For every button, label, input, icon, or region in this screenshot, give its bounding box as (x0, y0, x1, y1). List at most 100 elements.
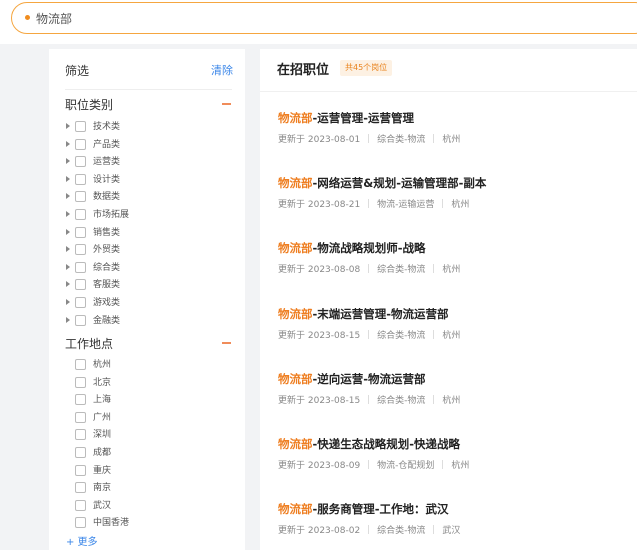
category-checkbox[interactable] (75, 297, 86, 308)
location-label: 成都 (93, 448, 112, 458)
category-item[interactable]: 金融类 (66, 314, 186, 330)
location-item[interactable]: 杭州 (75, 358, 195, 374)
caret-right-icon[interactable] (66, 316, 70, 323)
category-checkbox[interactable] (75, 173, 86, 185)
location-item[interactable]: 中国香港 (75, 516, 195, 532)
job-title[interactable]: 物流部-快递生态战略规划-快递战略 (278, 436, 460, 452)
job-card[interactable]: 物流部-末端运营管理-物流运营部 更新于 2023-08-15 综合类-物流 杭州 (260, 306, 637, 366)
location-checkbox[interactable] (75, 447, 86, 458)
caret-right-icon[interactable] (66, 211, 70, 217)
search-bar (0, 0, 637, 44)
location-checkbox[interactable] (75, 376, 86, 388)
job-card[interactable]: 物流部-逆向运营-物流运营部 更新于 2023-08-15 综合类-物流 杭州 (260, 371, 637, 431)
location-checkbox[interactable] (75, 499, 86, 511)
location-item[interactable]: 重庆 (75, 464, 195, 480)
meta-divider (368, 264, 370, 274)
category-item[interactable]: 客服类 (66, 278, 186, 294)
category-checkbox[interactable] (75, 279, 86, 291)
category-item[interactable]: 设计类 (66, 173, 186, 189)
caret-right-icon[interactable] (66, 158, 70, 165)
meta-divider (368, 525, 370, 535)
category-item[interactable]: 市场拓展 (66, 208, 186, 224)
filter-header: 筛选 清除 (65, 62, 233, 82)
category-label: 金融类 (93, 315, 121, 326)
category-item[interactable]: 技术类 (66, 120, 186, 136)
category-item[interactable]: 外贸类 (66, 243, 186, 259)
location-item[interactable]: 成都 (75, 446, 195, 462)
category-label: 设计类 (93, 174, 121, 185)
job-updated: 更新于 2023-08-08 (278, 265, 361, 276)
caret-right-icon[interactable] (66, 246, 70, 253)
location-checkbox[interactable] (75, 464, 86, 476)
category-checkbox[interactable] (75, 209, 86, 220)
page-title: 在招职位 (277, 63, 330, 78)
job-title[interactable]: 物流部-服务商管理-工作地：武汉 (278, 501, 449, 517)
job-card[interactable]: 物流部-服务商管理-工作地：武汉 更新于 2023-08-02 综合类-物流 武汉 (260, 501, 637, 550)
category-item[interactable]: 运营类 (66, 155, 186, 171)
location-item[interactable]: 北京 (75, 376, 195, 392)
job-category: 综合类-物流 (377, 395, 426, 406)
location-item[interactable]: 上海 (75, 393, 195, 409)
search-input[interactable] (36, 8, 336, 28)
location-item[interactable]: 深圳 (75, 428, 195, 444)
job-meta: 更新于 2023-08-21 物流-运输运营 杭州 (278, 197, 469, 210)
job-card[interactable]: 物流部-运营管理-运营管理 更新于 2023-08-01 综合类-物流 杭州 (260, 110, 637, 170)
job-card[interactable]: 物流部-快递生态战略规划-快递战略 更新于 2023-08-09 物流-仓配规划 杭州 (260, 436, 637, 496)
category-checkbox[interactable] (75, 121, 86, 132)
job-title[interactable]: 物流部-物流战略规划师-战略 (278, 240, 426, 256)
category-item[interactable]: 产品类 (66, 138, 186, 154)
job-updated: 更新于 2023-08-02 (278, 526, 361, 537)
caret-right-icon[interactable] (66, 281, 70, 288)
location-label: 上海 (93, 395, 112, 406)
job-title[interactable]: 物流部-网络运营&规划-运输管理部-副本 (278, 175, 486, 191)
location-group-header[interactable]: 工作地点 (65, 335, 233, 353)
caret-right-icon[interactable] (66, 299, 70, 305)
category-checkbox[interactable] (75, 314, 86, 326)
category-item[interactable]: 数据类 (66, 190, 186, 206)
job-city: 杭州 (442, 330, 461, 341)
job-city: 杭州 (442, 265, 461, 276)
job-title[interactable]: 物流部-运营管理-运营管理 (278, 110, 414, 126)
job-updated: 更新于 2023-08-21 (278, 200, 361, 211)
job-dept-highlight: 物流部 (278, 502, 313, 517)
job-card[interactable]: 物流部-物流战略规划师-战略 更新于 2023-08-08 综合类-物流 杭州 (260, 240, 637, 300)
more-locations-link[interactable]: + 更多 (66, 533, 98, 548)
job-city: 杭州 (442, 135, 461, 145)
collapse-icon[interactable] (222, 342, 231, 344)
caret-right-icon[interactable] (66, 263, 70, 270)
location-checkbox[interactable] (75, 482, 86, 494)
category-group-title: 职位类别 (65, 98, 114, 112)
category-item[interactable]: 销售类 (66, 226, 186, 242)
category-checkbox[interactable] (75, 261, 86, 273)
search-box[interactable] (11, 2, 637, 34)
job-title[interactable]: 物流部-逆向运营-物流运营部 (278, 371, 426, 387)
category-item[interactable]: 综合类 (66, 261, 186, 277)
category-group-header[interactable]: 职位类别 (65, 96, 233, 114)
caret-right-icon[interactable] (66, 228, 70, 235)
category-checkbox[interactable] (75, 156, 86, 168)
clear-filter-button[interactable]: 清除 (211, 62, 233, 78)
location-item[interactable]: 广州 (75, 411, 195, 427)
caret-right-icon[interactable] (66, 123, 70, 129)
job-title[interactable]: 物流部-末端运营管理-物流运营部 (278, 306, 449, 322)
location-checkbox[interactable] (75, 517, 86, 529)
category-label: 综合类 (93, 262, 121, 273)
location-checkbox[interactable] (75, 359, 86, 370)
caret-right-icon[interactable] (66, 193, 70, 200)
job-card[interactable]: 物流部-网络运营&规划-运输管理部-副本 更新于 2023-08-21 物流-运输运… (260, 175, 637, 235)
location-item[interactable]: 南京 (75, 481, 195, 497)
category-checkbox[interactable] (75, 226, 86, 238)
caret-right-icon[interactable] (66, 140, 70, 147)
category-item[interactable]: 游戏类 (66, 296, 186, 312)
location-item[interactable]: 武汉 (75, 499, 195, 515)
category-checkbox[interactable] (75, 138, 86, 150)
caret-right-icon[interactable] (66, 175, 70, 182)
category-checkbox[interactable] (75, 244, 86, 256)
location-checkbox[interactable] (75, 411, 86, 423)
category-checkbox[interactable] (75, 191, 86, 203)
meta-divider (433, 134, 435, 143)
job-city: 杭州 (451, 200, 470, 211)
location-checkbox[interactable] (75, 394, 86, 406)
collapse-icon[interactable] (222, 103, 231, 105)
location-checkbox[interactable] (75, 429, 86, 441)
